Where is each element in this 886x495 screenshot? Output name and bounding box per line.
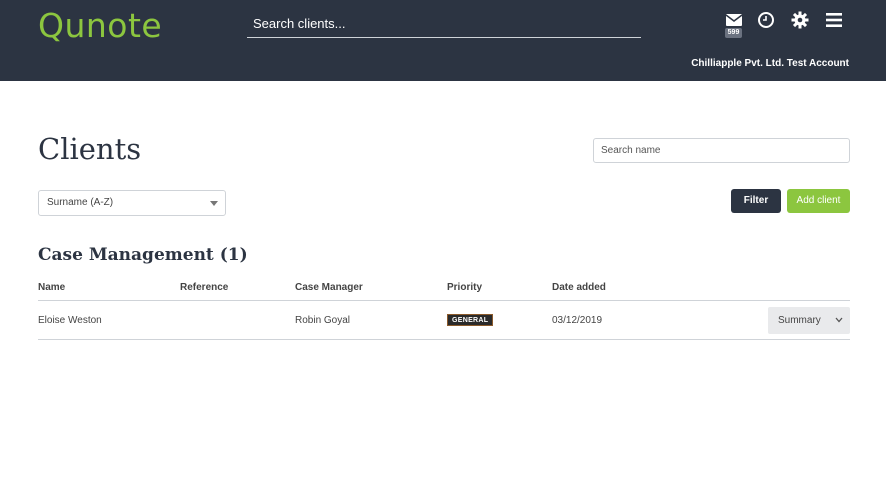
add-client-button[interactable]: Add client bbox=[787, 189, 850, 213]
page-title: Clients bbox=[38, 132, 142, 166]
column-header-reference[interactable]: Reference bbox=[180, 282, 228, 293]
top-bar: Qunote 599 Chilliapple Pvt. Ltd. Test Ac… bbox=[0, 0, 886, 81]
search-name-input[interactable] bbox=[593, 138, 850, 163]
sort-select-value: Surname (A-Z) bbox=[47, 197, 114, 208]
filter-button[interactable]: Filter bbox=[731, 189, 781, 213]
caret-down-icon bbox=[210, 201, 218, 206]
column-header-date-added[interactable]: Date added bbox=[552, 282, 606, 293]
priority-badge: GENERAL bbox=[447, 314, 494, 326]
summary-dropdown-button[interactable]: Summary bbox=[768, 307, 850, 334]
client-name-link[interactable]: Eloise Weston bbox=[38, 315, 102, 326]
qunote-logo[interactable]: Qunote bbox=[38, 6, 162, 45]
header-divider bbox=[38, 300, 850, 301]
gear-icon[interactable] bbox=[791, 11, 809, 29]
account-name[interactable]: Chilliapple Pvt. Ltd. Test Account bbox=[691, 58, 849, 69]
chevron-down-icon bbox=[835, 317, 843, 323]
summary-label: Summary bbox=[778, 315, 821, 326]
mail-icon[interactable] bbox=[725, 11, 743, 29]
search-clients-input[interactable] bbox=[247, 14, 641, 38]
mail-count-badge: 599 bbox=[725, 28, 742, 38]
column-header-name[interactable]: Name bbox=[38, 282, 65, 293]
column-header-priority[interactable]: Priority bbox=[447, 282, 482, 293]
clock-icon[interactable] bbox=[757, 11, 775, 29]
section-title: Case Management (1) bbox=[38, 245, 248, 265]
column-header-case-manager[interactable]: Case Manager bbox=[295, 282, 363, 293]
sort-select[interactable]: Surname (A-Z) bbox=[38, 190, 226, 216]
date-added: 03/12/2019 bbox=[552, 315, 603, 326]
case-manager: Robin Goyal bbox=[295, 315, 351, 326]
row-divider bbox=[38, 339, 850, 340]
menu-icon[interactable] bbox=[825, 11, 843, 29]
